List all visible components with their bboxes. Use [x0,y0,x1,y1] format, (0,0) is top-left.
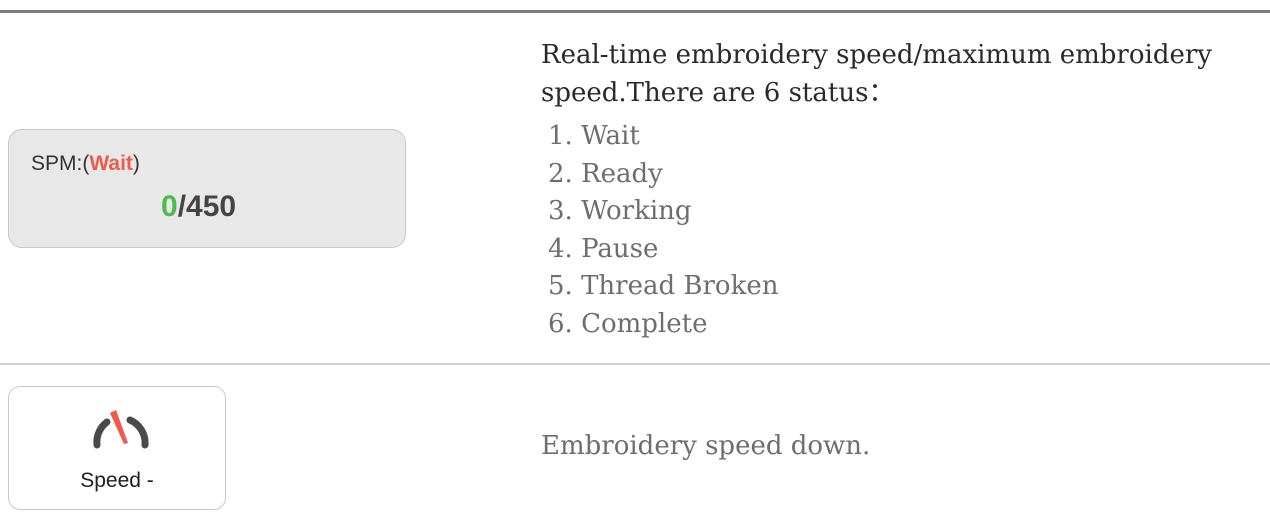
spm-status: Wait [89,152,133,175]
section-divider [0,363,1270,365]
status-item: 1. Wait [548,121,640,151]
speed-down-description: Embroidery speed down. [541,431,871,461]
speed-down-button[interactable]: Speed - [8,386,226,510]
spm-label-prefix: SPM:( [31,152,90,175]
top-divider [0,10,1270,13]
spm-separator: / [177,190,187,223]
speed-down-label: Speed - [80,469,154,492]
status-item: 3. Working [548,196,692,226]
spm-label-suffix: ) [132,152,140,175]
status-item: 2. Ready [548,158,663,189]
spm-current-speed: 0 [161,190,178,223]
status-list: 1. Wait 2. Ready 3. Working 4. Pause 5. … [548,118,778,343]
spm-speed-readout: 0/450 [161,190,236,224]
status-item: 5. Thread Broken [548,271,779,301]
speedometer-icon [93,410,149,449]
spm-label: SPM:(Wait) [31,152,140,176]
status-item: 6. Complete [548,308,708,339]
spm-description: Real-time embroidery speed/maximum embro… [541,40,1212,108]
spm-panel: SPM:(Wait) 0/450 [8,129,406,248]
spm-max-speed: 450 [186,190,237,223]
status-item: 4. Pause [548,233,659,264]
